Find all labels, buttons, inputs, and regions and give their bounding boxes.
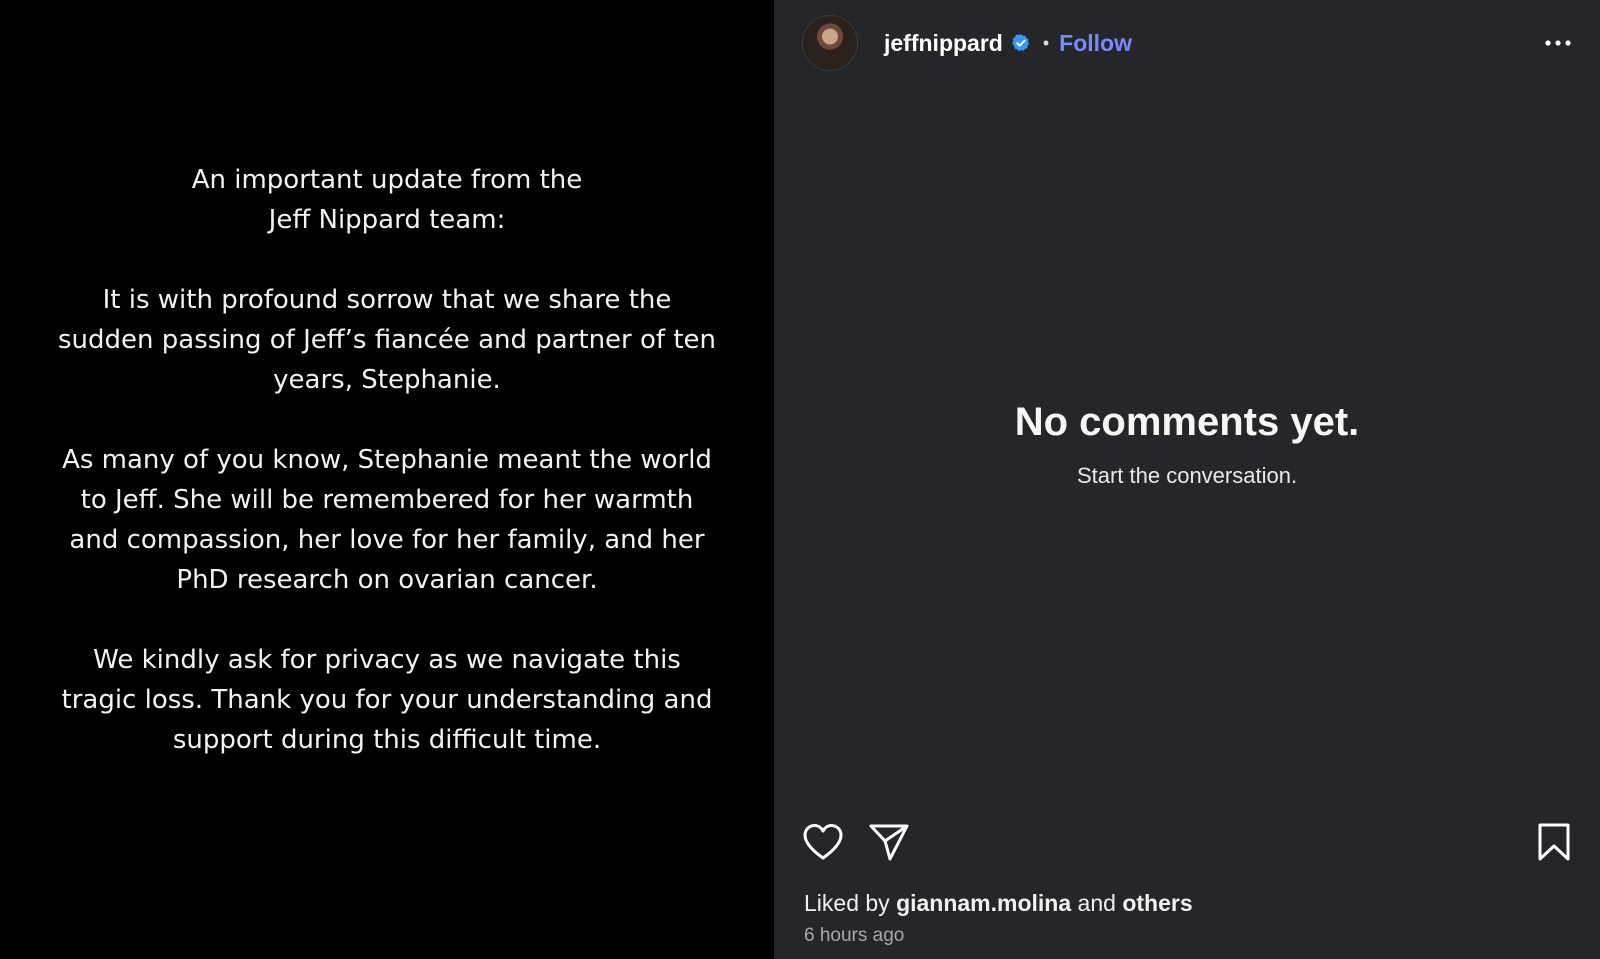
no-comments-subtitle: Start the conversation. <box>1076 463 1298 488</box>
profile-avatar[interactable] <box>802 15 858 71</box>
header-separator: • <box>1042 32 1050 53</box>
more-options-icon[interactable] <box>1540 28 1576 58</box>
liked-by-line: Liked by giannam.molina and others <box>804 890 1193 917</box>
heart-icon[interactable] <box>802 822 844 867</box>
post-timestamp[interactable]: 6 hours ago <box>804 925 904 947</box>
verified-badge-icon <box>1011 33 1031 53</box>
liked-by-prefix: Liked by <box>804 890 890 916</box>
post-paragraph-2: As many of you know, Stephanie meant the… <box>62 444 712 595</box>
paper-plane-icon[interactable] <box>868 822 910 867</box>
post-image-text: An important update from the Jeff Nippar… <box>57 160 717 760</box>
liked-by-user-link[interactable]: giannam.molina <box>896 890 1071 916</box>
post-paragraph-3: We kindly ask for privacy as we navigate… <box>61 644 713 755</box>
post-viewer: An important update from the Jeff Nippar… <box>0 0 1600 959</box>
post-header: jeffnippard • Follow <box>774 0 1600 86</box>
no-comments-title: No comments yet. <box>1014 400 1360 444</box>
bookmark-icon[interactable] <box>1536 822 1572 867</box>
liked-by-others-link[interactable]: others <box>1122 890 1192 916</box>
post-image: An important update from the Jeff Nippar… <box>0 0 774 959</box>
post-actions <box>802 822 1572 866</box>
comments-empty-state: No comments yet. Start the conversation. <box>774 400 1600 489</box>
post-heading-line-1: An important update from the <box>191 164 583 195</box>
username-link[interactable]: jeffnippard <box>884 30 1003 57</box>
post-heading: An important update from the Jeff Nippar… <box>177 160 597 240</box>
post-paragraph-1: It is with profound sorrow that we share… <box>57 284 716 395</box>
liked-by-conjunction: and <box>1077 890 1116 916</box>
follow-button[interactable]: Follow <box>1059 30 1132 57</box>
post-side-panel: jeffnippard • Follow No comments yet. St… <box>774 0 1600 959</box>
post-heading-line-2: Jeff Nippard team: <box>268 204 506 235</box>
